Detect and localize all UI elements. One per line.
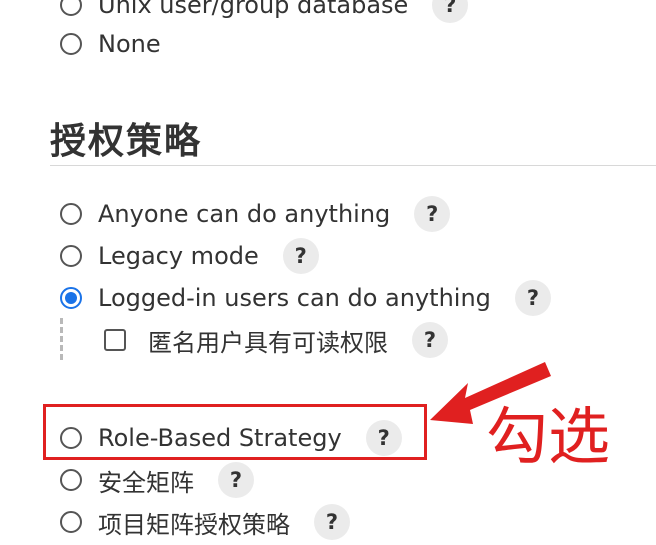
annotation-label: 勾选 [486, 400, 611, 473]
